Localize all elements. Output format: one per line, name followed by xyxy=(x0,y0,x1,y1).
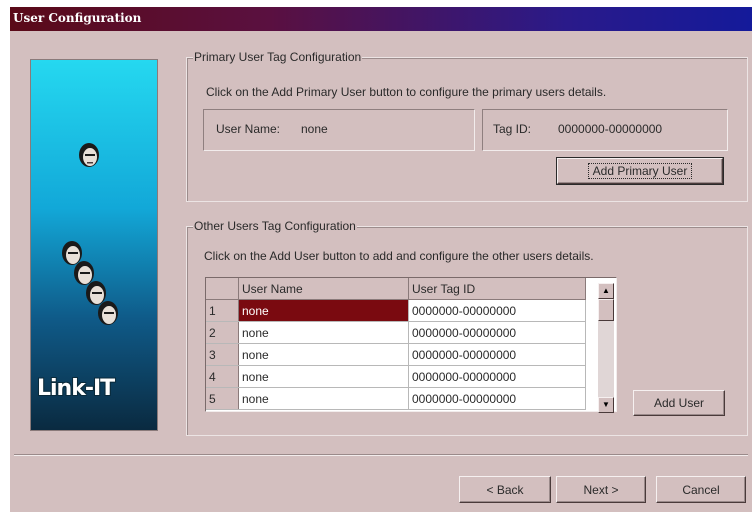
user-name-cell[interactable]: none xyxy=(238,299,409,322)
scroll-up-arrow-icon[interactable]: ▲ xyxy=(598,283,614,299)
user-name-value: none xyxy=(301,122,328,136)
user-tag-cell[interactable]: 0000000-00000000 xyxy=(408,343,586,366)
face-icon xyxy=(98,301,118,325)
primary-group-legend: Primary User Tag Configuration xyxy=(193,50,363,64)
users-table[interactable]: User Name User Tag ID 1 none 0000000-000… xyxy=(205,277,617,412)
user-tag-cell[interactable]: 0000000-00000000 xyxy=(408,365,586,388)
window-title: User Configuration xyxy=(13,11,142,25)
title-bar[interactable]: User Configuration xyxy=(10,7,752,31)
user-name-cell[interactable]: none xyxy=(238,365,409,388)
table-header-row: User Name User Tag ID xyxy=(206,278,586,300)
other-instruction: Click on the Add User button to add and … xyxy=(204,249,594,263)
table-row[interactable]: 3 none 0000000-00000000 xyxy=(206,343,586,366)
table-row[interactable]: 5 none 0000000-00000000 xyxy=(206,387,586,410)
table-row[interactable]: 1 none 0000000-00000000 xyxy=(206,299,586,322)
cancel-button[interactable]: Cancel xyxy=(656,476,746,503)
primary-instruction: Click on the Add Primary User button to … xyxy=(206,85,607,99)
row-number: 4 xyxy=(206,365,239,388)
user-name-display: User Name: none xyxy=(203,109,475,151)
side-image-panel: Link-IT xyxy=(30,59,158,431)
scroll-thumb[interactable] xyxy=(598,299,614,321)
row-number-header xyxy=(206,278,239,300)
other-group-legend: Other Users Tag Configuration xyxy=(193,219,357,233)
user-tag-cell[interactable]: 0000000-00000000 xyxy=(408,387,586,410)
user-name-label: User Name: xyxy=(216,122,281,136)
add-primary-user-label: Add Primary User xyxy=(587,163,693,179)
column-header-user-tag-id[interactable]: User Tag ID xyxy=(408,278,586,300)
next-button[interactable]: Next > xyxy=(556,476,646,503)
face-icon xyxy=(79,143,99,167)
link-it-logo: Link-IT xyxy=(37,376,115,401)
add-user-button[interactable]: Add User xyxy=(633,390,725,416)
column-header-user-name[interactable]: User Name xyxy=(238,278,409,300)
back-button[interactable]: < Back xyxy=(459,476,551,503)
table-row[interactable]: 2 none 0000000-00000000 xyxy=(206,321,586,344)
table-vertical-scrollbar[interactable]: ▲ ▼ xyxy=(598,283,614,413)
user-tag-cell[interactable]: 0000000-00000000 xyxy=(408,321,586,344)
row-number: 2 xyxy=(206,321,239,344)
row-number: 5 xyxy=(206,387,239,410)
user-name-cell[interactable]: none xyxy=(238,343,409,366)
tag-id-value: 0000000-00000000 xyxy=(558,122,663,136)
tag-id-label: Tag ID: xyxy=(493,122,532,136)
scroll-down-arrow-icon[interactable]: ▼ xyxy=(598,397,614,413)
user-configuration-dialog: User Configuration Link-IT Primary User … xyxy=(10,7,752,512)
user-tag-cell[interactable]: 0000000-00000000 xyxy=(408,299,586,322)
footer-separator xyxy=(14,454,748,456)
row-number: 3 xyxy=(206,343,239,366)
row-number: 1 xyxy=(206,299,239,322)
user-name-cell[interactable]: none xyxy=(238,321,409,344)
tag-id-display: Tag ID: 0000000-00000000 xyxy=(482,109,728,151)
add-primary-user-button[interactable]: Add Primary User xyxy=(556,157,724,185)
user-name-cell[interactable]: none xyxy=(238,387,409,410)
table-row[interactable]: 4 none 0000000-00000000 xyxy=(206,365,586,388)
